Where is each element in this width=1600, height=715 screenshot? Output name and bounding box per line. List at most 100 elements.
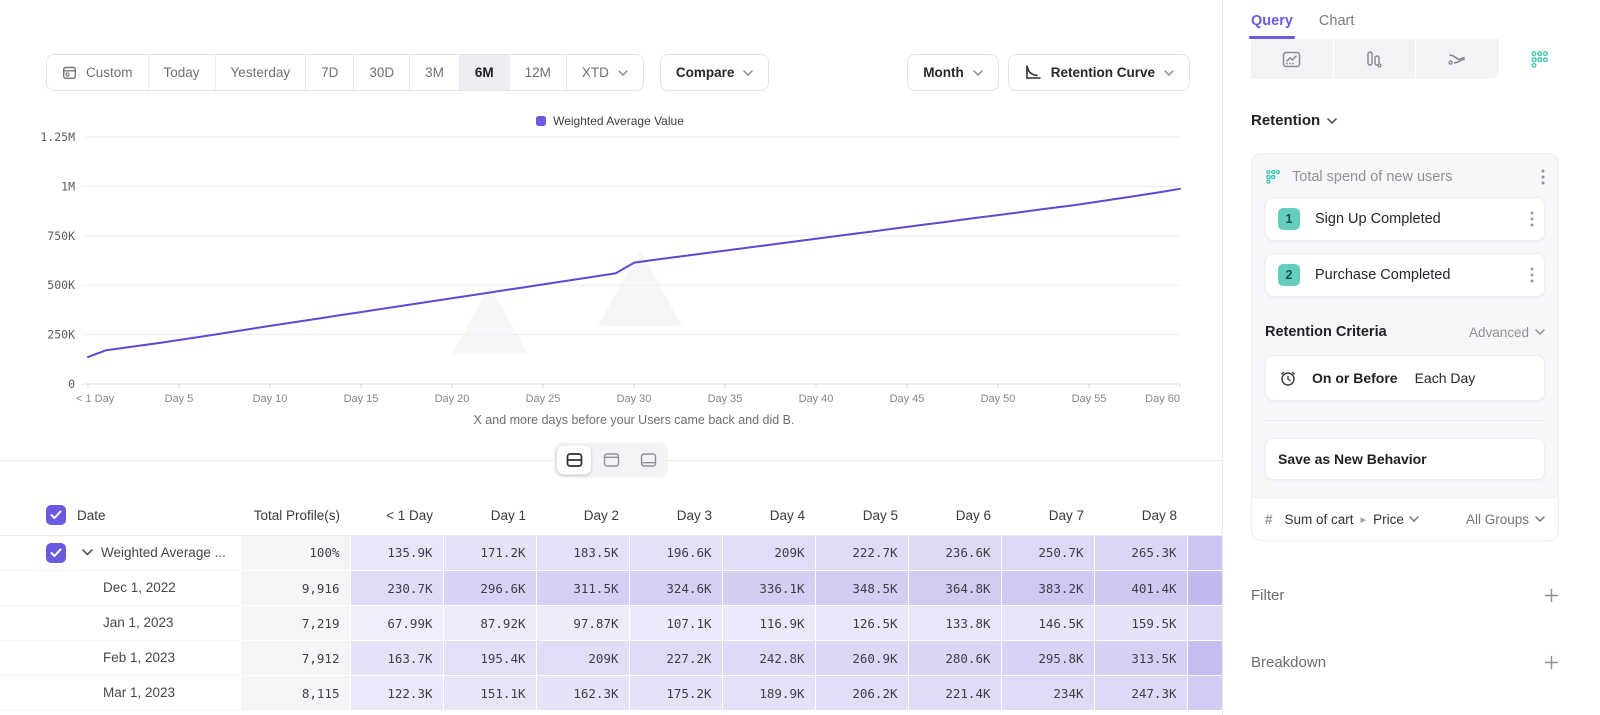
retention-value-cell[interactable]: 133.8K (908, 606, 1001, 641)
retention-value-cell[interactable]: 162.3K (536, 676, 629, 711)
criteria-condition-row[interactable]: On or Before Each Day (1265, 355, 1545, 401)
retention-value-cell[interactable]: 324.6K (629, 571, 722, 606)
retention-value-cell[interactable]: 227.2K (629, 641, 722, 676)
tab-chart[interactable]: Chart (1319, 13, 1354, 39)
view-split-bottom-button[interactable] (631, 446, 665, 475)
kebab-menu-icon[interactable] (1530, 211, 1534, 227)
retention-value-cell[interactable]: 122.3K (350, 676, 443, 711)
retention-value-cell[interactable]: 296.6K (443, 571, 536, 606)
condition-value-label: Each Day (1415, 370, 1476, 386)
table-view-toggle (554, 443, 668, 478)
breakdown-section: Breakdown (1251, 654, 1559, 671)
svg-text:1M: 1M (61, 179, 75, 193)
retention-value-cell[interactable]: 171.2K (443, 535, 536, 571)
groups-dropdown[interactable]: All Groups (1466, 512, 1545, 527)
granularity-button[interactable]: Month (907, 54, 998, 91)
retention-value-cell[interactable]: 222.7K (815, 535, 908, 571)
retention-value-cell[interactable]: 348.5K (815, 571, 908, 606)
add-breakdown-button[interactable] (1544, 655, 1559, 670)
kebab-menu-icon[interactable] (1541, 169, 1545, 185)
retention-value-cell[interactable]: 163.7K (350, 641, 443, 676)
view-split-top-button[interactable] (594, 446, 628, 475)
table-header-row: DateTotal Profile(s)< 1 DayDay 1Day 2Day… (0, 496, 1222, 535)
bar-chart-icon (1366, 50, 1382, 68)
numeric-type-icon: # (1265, 512, 1273, 527)
retention-value-cell[interactable]: 336.1K (722, 571, 815, 606)
retention-value-cell[interactable]: 383.2K (1001, 571, 1094, 606)
chart-style-button[interactable]: Retention Curve (1008, 54, 1190, 91)
retention-value-cell[interactable]: 209K (536, 641, 629, 676)
breakdown-label: Breakdown (1251, 654, 1326, 671)
tab-query[interactable]: Query (1251, 13, 1293, 39)
measure-dropdown[interactable]: Sum of cart ▸ Price (1285, 512, 1419, 527)
retention-value-cell[interactable]: 196.6K (629, 535, 722, 571)
range-6m-button[interactable]: 6M (460, 55, 510, 90)
edge-cell (1187, 641, 1222, 676)
retention-value-cell[interactable]: 146.5K (1001, 606, 1094, 641)
add-filter-button[interactable] (1544, 588, 1559, 603)
retention-value-cell[interactable]: 135.9K (350, 535, 443, 571)
row-date-cell: Dec 1, 2022 (0, 571, 240, 606)
retention-value-cell[interactable]: 242.8K (722, 641, 815, 676)
range-custom-button[interactable]: Custom (47, 55, 149, 90)
retention-value-cell[interactable]: 260.9K (815, 641, 908, 676)
retention-value-cell[interactable]: 280.6K (908, 641, 1001, 676)
retention-value-cell[interactable]: 265.3K (1094, 535, 1187, 571)
step-badge: 1 (1278, 208, 1300, 230)
behavior-grid-icon (1265, 169, 1281, 185)
retention-value-cell[interactable]: 151.1K (443, 676, 536, 711)
retention-value-cell[interactable]: 126.5K (815, 606, 908, 641)
select-all-checkbox[interactable] (46, 505, 66, 525)
retention-value-cell[interactable]: 311.5K (536, 571, 629, 606)
retention-value-cell[interactable]: 87.92K (443, 606, 536, 641)
table-header-cell: Day 7 (1001, 496, 1094, 535)
retention-value-cell[interactable]: 236.6K (908, 535, 1001, 571)
range-12m-button[interactable]: 12M (510, 55, 567, 90)
line-chart[interactable]: 0250K500K750K1M1.25M< 1 DayDay 5Day 10Da… (30, 128, 1190, 408)
section-retention-dropdown[interactable]: Retention (1251, 112, 1600, 129)
row-checkbox[interactable] (46, 543, 66, 563)
retention-value-cell[interactable]: 295.8K (1001, 641, 1094, 676)
retention-value-cell[interactable]: 234K (1001, 676, 1094, 711)
range-xtd-button[interactable]: XTD (567, 55, 643, 90)
retention-value-cell[interactable]: 313.5K (1094, 641, 1187, 676)
kebab-menu-icon[interactable] (1530, 267, 1534, 283)
range-3m-button[interactable]: 3M (410, 55, 460, 90)
retention-value-cell[interactable]: 189.9K (722, 676, 815, 711)
retention-value-cell[interactable]: 116.9K (722, 606, 815, 641)
expand-chevron-icon[interactable] (82, 549, 93, 556)
chart-legend[interactable]: Weighted Average Value (30, 114, 1190, 128)
svg-text:Day 55: Day 55 (1072, 393, 1107, 405)
table-header-cell: Day 3 (629, 496, 722, 535)
chart-type-retention[interactable] (1499, 39, 1582, 79)
retention-value-cell[interactable]: 97.87K (536, 606, 629, 641)
compare-button[interactable]: Compare (660, 54, 770, 91)
range-7d-button[interactable]: 7D (306, 55, 354, 90)
retention-value-cell[interactable]: 206.2K (815, 676, 908, 711)
chart-type-flows[interactable] (1416, 39, 1499, 79)
range-30d-button[interactable]: 30D (354, 55, 410, 90)
chart-type-insights[interactable] (1251, 39, 1334, 79)
retention-value-cell[interactable]: 230.7K (350, 571, 443, 606)
retention-value-cell[interactable]: 401.4K (1094, 571, 1187, 606)
retention-value-cell[interactable]: 67.99K (350, 606, 443, 641)
chart-type-funnels[interactable] (1334, 39, 1417, 79)
retention-value-cell[interactable]: 159.5K (1094, 606, 1187, 641)
criteria-mode-dropdown[interactable]: Advanced (1469, 325, 1545, 340)
step-row-2[interactable]: 2 Purchase Completed (1265, 253, 1545, 297)
retention-value-cell[interactable]: 364.8K (908, 571, 1001, 606)
retention-value-cell[interactable]: 107.1K (629, 606, 722, 641)
view-split-middle-button[interactable] (557, 446, 591, 475)
retention-value-cell[interactable]: 195.4K (443, 641, 536, 676)
save-as-new-behavior-button[interactable]: Save as New Behavior (1265, 438, 1545, 480)
step-row-1[interactable]: 1 Sign Up Completed (1265, 197, 1545, 241)
range-yesterday-button[interactable]: Yesterday (216, 55, 307, 90)
retention-value-cell[interactable]: 183.5K (536, 535, 629, 571)
date-range-control: CustomTodayYesterday7D30D3M6M12MXTD (46, 54, 644, 91)
retention-value-cell[interactable]: 175.2K (629, 676, 722, 711)
retention-value-cell[interactable]: 247.3K (1094, 676, 1187, 711)
range-today-button[interactable]: Today (149, 55, 216, 90)
retention-value-cell[interactable]: 250.7K (1001, 535, 1094, 571)
retention-value-cell[interactable]: 221.4K (908, 676, 1001, 711)
retention-value-cell[interactable]: 209K (722, 535, 815, 571)
